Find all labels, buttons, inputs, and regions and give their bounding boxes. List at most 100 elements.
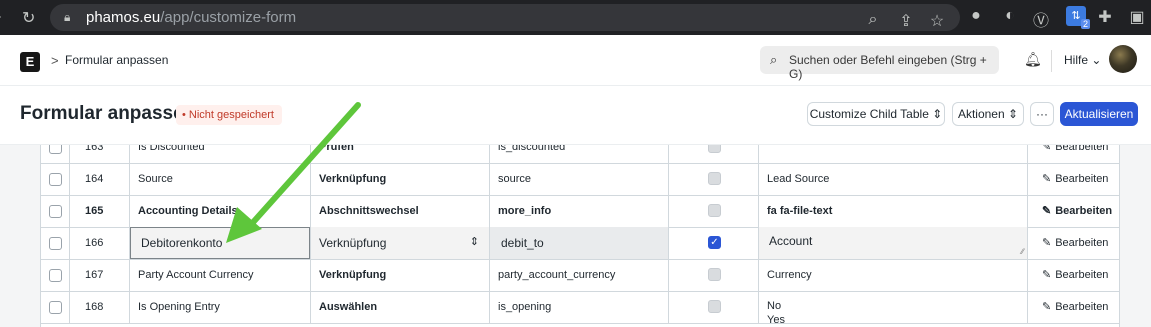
fieldname-cell[interactable]: more_info <box>490 195 669 227</box>
field-type: Verknüpfung <box>319 173 387 185</box>
fieldtype-cell[interactable]: Verknüpfung <box>311 163 490 195</box>
flag-cell[interactable] <box>669 259 759 291</box>
extension-count-badge: 2 <box>1080 19 1090 29</box>
bell-icon[interactable]: 🔔︎ <box>1024 51 1042 68</box>
extension-leaf-icon[interactable]: Ⓥ <box>1031 7 1051 31</box>
breadcrumb-chevron-icon: > <box>51 53 59 68</box>
update-label: Aktualisieren <box>1064 107 1134 121</box>
edit-button[interactable]: ✎ Bearbeiten <box>1042 259 1108 291</box>
address-bar[interactable]: 🔒︎ phamos.eu/app/customize-form ⌕ ⇪ ☆ <box>50 4 960 31</box>
extensions-puzzle-icon[interactable]: ✚ <box>1095 7 1115 27</box>
fieldtype-cell[interactable]: Abschnittswechsel <box>311 195 490 227</box>
row-checkbox[interactable] <box>49 269 62 282</box>
edit-cell[interactable]: ✎ Bearbeiten <box>1028 259 1119 291</box>
actions-button[interactable]: Aktionen ⇕ <box>952 102 1024 126</box>
navbar-divider <box>1051 50 1052 72</box>
extension-owl-icon[interactable]: ● <box>966 7 986 25</box>
table-row[interactable]: 167 Party Account Currency Verknüpfung part… <box>41 259 1119 292</box>
unchecked-checkbox[interactable] <box>708 204 721 217</box>
avatar[interactable] <box>1109 45 1137 73</box>
field-options: Account <box>769 234 813 248</box>
extension-darkmode-icon[interactable]: ◐ <box>1000 7 1020 25</box>
row-checkbox[interactable] <box>49 205 62 218</box>
search-icon: ⌕ <box>770 52 778 67</box>
help-dropdown[interactable]: Hilfe ⌄ <box>1064 53 1101 67</box>
fieldtype-cell[interactable]: Verknüpfung <box>311 259 490 291</box>
label-cell[interactable]: Source <box>130 163 311 195</box>
row-checkbox[interactable] <box>49 173 62 186</box>
edit-button[interactable]: ✎ Bearbeiten <box>1042 291 1108 323</box>
pencil-icon: ✎ <box>1042 237 1052 249</box>
edit-button[interactable]: ✎ Bearbeiten <box>1042 163 1108 195</box>
flag-cell[interactable] <box>669 195 759 227</box>
row-select-cell[interactable] <box>41 259 70 291</box>
fieldname-cell[interactable]: party_account_currency <box>490 259 669 291</box>
row-select-cell[interactable] <box>41 195 70 227</box>
search-input[interactable]: ⌕ Suchen oder Befehl eingeben (Strg + G) <box>760 46 999 81</box>
options-cell[interactable]: Lead Source <box>759 163 1028 195</box>
fieldtype-cell[interactable]: Verknüpfung ⇕ <box>311 227 490 259</box>
options-cell[interactable]: Account ∕∕ <box>759 227 1028 259</box>
row-number: 168 <box>85 301 104 313</box>
table-row[interactable]: 166 Debitorenkonto Verknüpfung ⇕ debit_to ✓ Ac… <box>41 227 1119 260</box>
app-logo[interactable]: E <box>20 52 40 72</box>
fieldname-cell[interactable]: is_opening <box>490 291 669 323</box>
edit-label: Bearbeiten <box>1055 269 1109 281</box>
label-cell[interactable]: Is Opening Entry <box>130 291 311 323</box>
breadcrumb[interactable]: Formular anpassen <box>65 53 168 67</box>
edit-button[interactable]: ✎ Bearbeiten <box>1042 195 1112 227</box>
row-number-cell: 168 <box>70 291 130 323</box>
customize-child-table-label: Customize Child Table <box>809 107 929 121</box>
unchecked-checkbox[interactable] <box>708 300 721 313</box>
field-name: is_opening <box>498 301 552 313</box>
label-cell[interactable]: Accounting Details <box>130 195 311 227</box>
row-number: 164 <box>85 173 104 185</box>
row-select-cell[interactable] <box>41 163 70 195</box>
page-head: Formular anpassen • Nicht gespeichert Cu… <box>0 86 1151 145</box>
extension-translate-icon[interactable]: ⇅ 2 <box>1066 6 1090 29</box>
options-cell[interactable]: No Yes <box>759 291 1028 323</box>
field-type: Verknüpfung <box>319 269 387 281</box>
flag-cell[interactable]: ✓ <box>669 227 759 259</box>
update-button[interactable]: Aktualisieren <box>1060 102 1138 126</box>
field-name: debit_to <box>501 236 544 250</box>
forward-icon[interactable]: › <box>0 8 1 26</box>
edit-cell[interactable]: ✎ Bearbeiten <box>1028 195 1119 227</box>
flag-cell[interactable] <box>669 163 759 195</box>
unchecked-checkbox[interactable] <box>708 268 721 281</box>
fieldtype-cell[interactable]: Auswählen <box>311 291 490 323</box>
checked-checkbox[interactable]: ✓ <box>708 236 721 249</box>
table-row[interactable]: 168 Is Opening Entry Auswählen is_opening No… <box>41 291 1119 324</box>
options-cell[interactable]: Currency <box>759 259 1028 291</box>
field-label: Debitorenkonto <box>141 236 223 250</box>
browser-toolbar: › ↻ 🔒︎ phamos.eu/app/customize-form ⌕ ⇪ … <box>0 0 1151 35</box>
row-checkbox[interactable] <box>49 237 62 250</box>
more-options-button[interactable]: ··· <box>1030 102 1054 126</box>
label-cell[interactable]: Debitorenkonto <box>130 227 311 259</box>
edit-cell[interactable]: ✎ Bearbeiten <box>1028 291 1119 323</box>
label-cell[interactable]: Party Account Currency <box>130 259 311 291</box>
row-select-cell[interactable] <box>41 291 70 323</box>
app-navbar: E > Formular anpassen ⌕ Suchen oder Befe… <box>0 35 1151 86</box>
unchecked-checkbox[interactable] <box>708 172 721 185</box>
edit-button[interactable]: ✎ Bearbeiten <box>1042 227 1108 259</box>
reload-icon[interactable]: ↻ <box>22 8 35 28</box>
share-icon[interactable]: ⇪ <box>896 11 916 31</box>
resize-handle-icon[interactable]: ∕∕ <box>1021 247 1024 256</box>
flag-cell[interactable] <box>669 291 759 323</box>
pencil-icon: ✎ <box>1042 173 1052 185</box>
sidepanel-icon[interactable]: ▣ <box>1127 7 1147 27</box>
row-checkbox[interactable] <box>49 301 62 314</box>
table-row[interactable]: 165 Accounting Details Abschnittswechsel mo… <box>41 195 1119 228</box>
bookmark-star-icon[interactable]: ☆ <box>927 11 947 31</box>
edit-cell[interactable]: ✎ Bearbeiten <box>1028 227 1119 259</box>
edit-cell[interactable]: ✎ Bearbeiten <box>1028 163 1119 195</box>
customize-child-table-button[interactable]: Customize Child Table ⇕ <box>807 102 945 126</box>
fieldname-cell[interactable]: source <box>490 163 669 195</box>
row-select-cell[interactable] <box>41 227 70 259</box>
options-cell[interactable]: fa fa-file-text <box>759 195 1028 227</box>
table-row[interactable]: 164 Source Verknüpfung source Lead Source ✎ Be… <box>41 163 1119 196</box>
row-number-cell: 167 <box>70 259 130 291</box>
zoom-icon[interactable]: ⌕ <box>863 11 883 29</box>
field-type: Verknüpfung <box>319 236 387 250</box>
